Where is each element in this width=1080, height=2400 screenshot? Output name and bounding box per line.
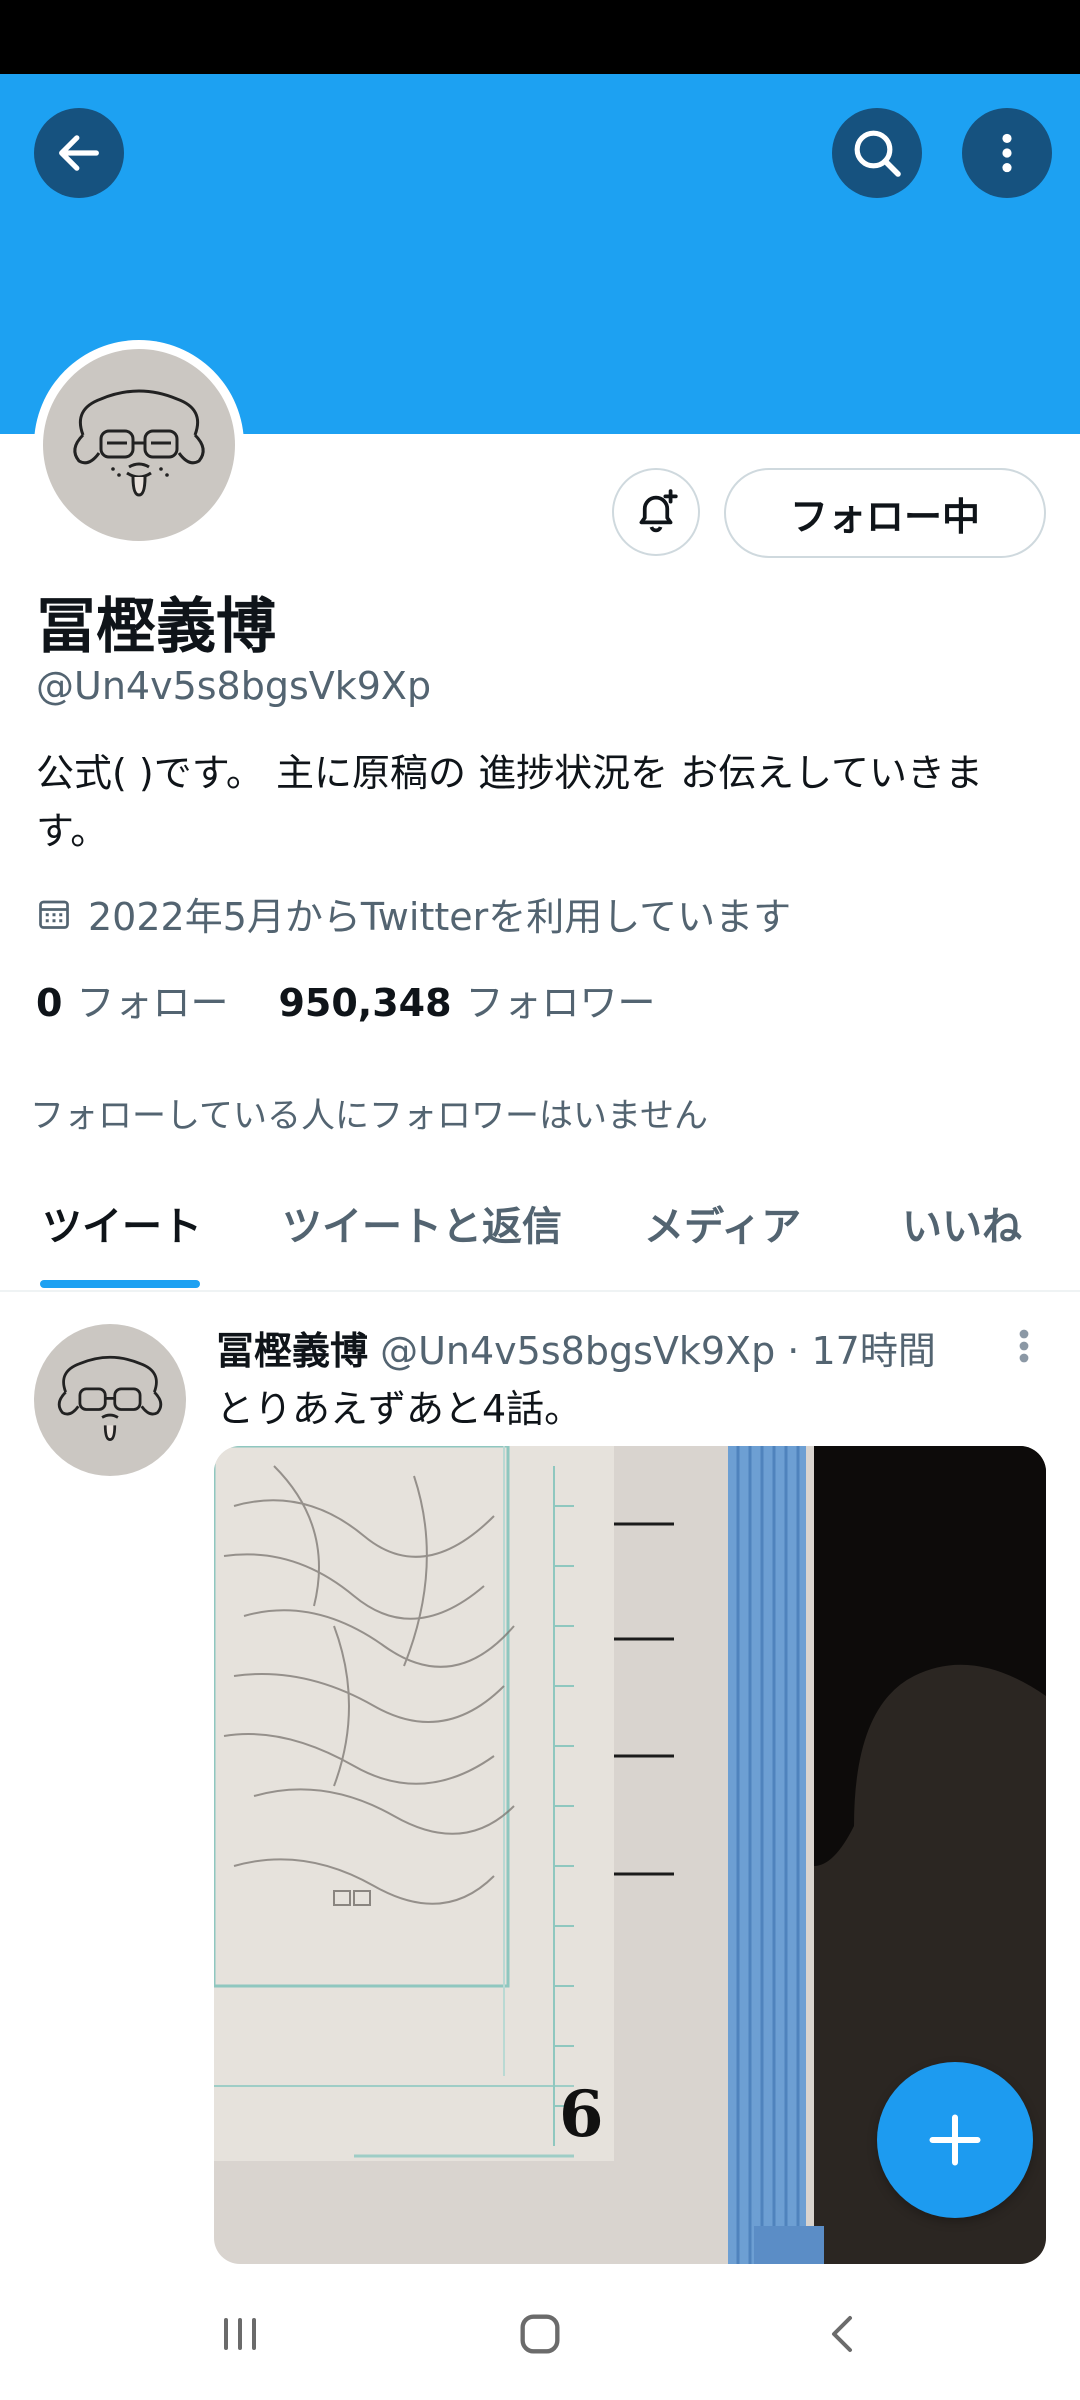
tab-media[interactable]: メディア — [644, 1194, 801, 1252]
followers-you-know[interactable]: フォローしている人にフォロワーはいません — [30, 1088, 708, 1137]
bell-plus-icon — [639, 489, 678, 533]
profile-name: 冨樫義博 — [36, 592, 276, 662]
system-nav-bar — [0, 2264, 1080, 2400]
media-handwritten-number: 6 — [559, 2077, 604, 2152]
back-icon — [832, 2316, 852, 2352]
tweet-avatar[interactable] — [34, 1324, 186, 1476]
more-button[interactable] — [962, 108, 1052, 198]
following-button[interactable]: フォロー中 — [724, 468, 1046, 558]
profile-handle: @Un4v5s8bgsVk9Xp — [36, 664, 432, 708]
tab-likes[interactable]: いいね — [902, 1194, 1022, 1252]
followers-stat[interactable]: 950,348 フォロワー — [278, 972, 655, 1027]
back-arrow-icon — [59, 135, 99, 171]
active-tab-indicator — [40, 1280, 200, 1288]
tweet-header: 冨樫義博 @Un4v5s8bgsVk9Xp · 17時間 — [216, 1320, 936, 1375]
tab-tweets-and-replies[interactable]: ツイートと返信 — [282, 1194, 562, 1252]
search-button[interactable] — [832, 108, 922, 198]
recent-apps-button[interactable] — [200, 2294, 280, 2374]
following-label: フォロー — [76, 981, 229, 1025]
tweet-time: 17時間 — [811, 1329, 936, 1373]
home-button[interactable] — [500, 2294, 580, 2374]
status-bar — [0, 0, 1080, 74]
joined-text: 2022年5月からTwitterを利用しています — [88, 895, 792, 939]
tweet-separator: · — [787, 1329, 800, 1373]
search-icon — [854, 130, 901, 177]
tweet-author-handle[interactable]: @Un4v5s8bgsVk9Xp — [380, 1329, 775, 1373]
profile-bio: 公式( )です。 主に原稿の 進捗状況を お伝えしていきます。 — [36, 751, 984, 853]
tweet-text: とりあえずあと4話。 — [216, 1387, 583, 1431]
following-count: 0 — [36, 981, 63, 1025]
notifications-button[interactable] — [612, 468, 700, 556]
calendar-icon — [39, 900, 69, 929]
followers-count: 950,348 — [278, 981, 452, 1025]
profile-avatar[interactable] — [34, 340, 244, 550]
plus-icon — [929, 2114, 981, 2166]
followers-label: フォロワー — [465, 981, 656, 1025]
more-vert-icon — [1019, 1329, 1029, 1363]
system-back-button[interactable] — [804, 2294, 884, 2374]
tweet-more-button[interactable] — [1012, 1322, 1036, 1370]
tab-tweets[interactable]: ツイート — [42, 1194, 202, 1252]
avatar-drawing — [43, 349, 235, 541]
tweet-author-name[interactable]: 冨樫義博 — [216, 1329, 368, 1373]
joined-date: 2022年5月からTwitterを利用しています — [36, 886, 791, 941]
more-vert-icon — [1002, 133, 1012, 173]
compose-tweet-button[interactable] — [877, 2062, 1033, 2218]
back-button[interactable] — [34, 108, 124, 198]
recent-apps-icon — [224, 2318, 256, 2350]
follow-stats: 0 フォロー 950,348 フォロワー — [36, 972, 656, 1027]
profile-tabs: ツイート ツイートと返信 メディア いいね — [0, 1172, 1080, 1292]
following-stat[interactable]: 0 フォロー — [36, 972, 228, 1027]
home-icon — [520, 2314, 560, 2354]
